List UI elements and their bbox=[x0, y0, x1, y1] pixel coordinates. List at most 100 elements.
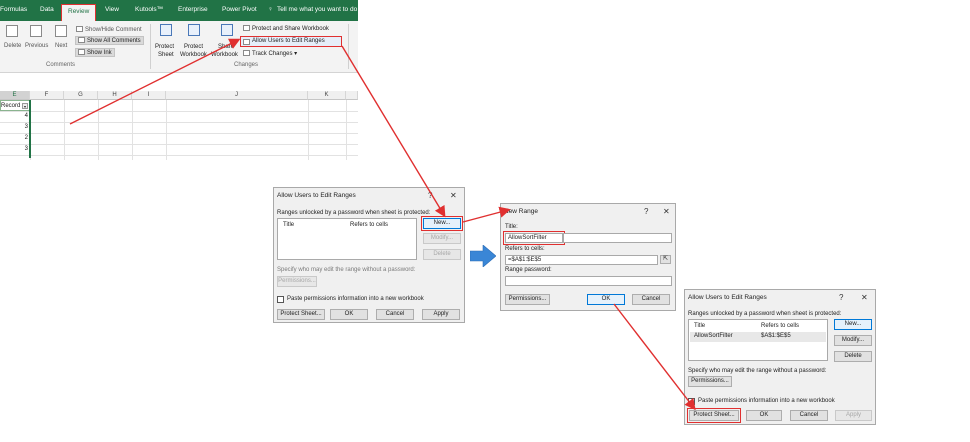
help-button[interactable]: ? bbox=[428, 191, 432, 200]
ok-button[interactable]: OK bbox=[746, 410, 782, 421]
review-ribbon: Delete Previous Next Show/Hide Comment S… bbox=[0, 21, 358, 73]
modify-button[interactable]: Modify... bbox=[423, 233, 461, 244]
list-item[interactable]: AllowSortFilter $A$1:$E$5 bbox=[690, 332, 826, 342]
close-icon[interactable]: ✕ bbox=[663, 207, 670, 216]
range-title-cell: AllowSortFilter bbox=[694, 333, 733, 339]
show-ink-button[interactable]: Show Ink bbox=[75, 48, 115, 57]
allow-users-edit-ranges-button[interactable]: Allow Users to Edit Ranges bbox=[240, 36, 342, 47]
title-input-extension[interactable] bbox=[563, 233, 672, 243]
grid-line bbox=[64, 100, 65, 160]
close-icon[interactable]: ✕ bbox=[450, 191, 457, 200]
share-workbook-icon bbox=[221, 24, 233, 36]
protect-sheet-button[interactable]: Protect Sheet... bbox=[277, 309, 325, 320]
tab-view[interactable]: View bbox=[105, 6, 119, 13]
range-password-input[interactable] bbox=[505, 276, 672, 286]
track-changes-button[interactable]: Track Changes ▾ bbox=[243, 50, 297, 57]
tab-power-pivot[interactable]: Power Pivot bbox=[222, 6, 257, 13]
permissions-button[interactable]: Permissions... bbox=[277, 276, 317, 287]
grid-line bbox=[0, 155, 358, 156]
table-cell[interactable]: 4 bbox=[0, 111, 30, 122]
table-cell[interactable]: 3 bbox=[0, 144, 30, 155]
excel-window: Formulas Data Review View Kutools™ Enter… bbox=[0, 0, 358, 160]
protect-workbook-button[interactable]: Protect bbox=[184, 44, 203, 50]
protect-sheet-button[interactable]: Protect bbox=[155, 44, 174, 50]
cancel-button[interactable]: Cancel bbox=[376, 309, 414, 320]
help-button[interactable]: ? bbox=[839, 293, 843, 302]
cancel-button[interactable]: Cancel bbox=[790, 410, 828, 421]
dialog-title: Allow Users to Edit Ranges bbox=[688, 294, 767, 301]
paste-permissions-checkbox[interactable] bbox=[277, 296, 284, 303]
ranges-list[interactable]: Title Refers to cells bbox=[277, 218, 417, 260]
new-range-button[interactable]: New... bbox=[834, 319, 872, 330]
specify-label: Specify who may edit the range without a… bbox=[277, 267, 416, 273]
permissions-button[interactable]: Permissions... bbox=[688, 376, 732, 387]
column-header-f[interactable]: F bbox=[30, 91, 64, 100]
range-refers-cell: $A$1:$E$5 bbox=[761, 333, 791, 339]
tab-kutools[interactable]: Kutools™ bbox=[135, 6, 163, 13]
record-header-cell[interactable]: Record ▾ bbox=[0, 100, 30, 111]
show-all-comments-button[interactable]: Show All Comments bbox=[75, 36, 144, 45]
delete-button[interactable]: Delete bbox=[423, 249, 461, 260]
tab-review[interactable]: Review bbox=[61, 4, 97, 21]
collapse-dialog-icon[interactable]: ⇱ bbox=[660, 255, 671, 264]
modify-button[interactable]: Modify... bbox=[834, 335, 872, 346]
apply-button[interactable]: Apply bbox=[835, 410, 872, 421]
protect-sheet-button[interactable]: Protect Sheet... bbox=[687, 408, 741, 423]
changes-group-label: Changes bbox=[234, 62, 259, 68]
grid-line bbox=[0, 122, 358, 123]
protect-workbook-icon bbox=[188, 24, 200, 36]
help-button[interactable]: ? bbox=[644, 207, 648, 216]
new-range-button[interactable]: New... bbox=[421, 216, 463, 231]
tab-data[interactable]: Data bbox=[40, 6, 54, 13]
column-header-h[interactable]: H bbox=[98, 91, 132, 100]
comment-icon bbox=[76, 26, 83, 32]
previous-comment-button[interactable]: Previous bbox=[25, 43, 48, 49]
column-header-i[interactable]: I bbox=[132, 91, 166, 100]
ranges-list[interactable]: Title Refers to cells AllowSortFilter $A… bbox=[688, 319, 828, 361]
grid-line bbox=[346, 100, 347, 160]
next-comment-button[interactable]: Next bbox=[55, 43, 67, 49]
table-cell[interactable]: 3 bbox=[0, 122, 30, 133]
column-header-j[interactable]: J bbox=[166, 91, 308, 100]
dialog-title: New Range bbox=[504, 208, 538, 215]
ok-button[interactable]: OK bbox=[587, 294, 625, 305]
title-input[interactable]: AllowSortFilter bbox=[503, 231, 565, 245]
comments-group-label: Comments bbox=[46, 62, 76, 68]
delete-comment-button[interactable]: Delete bbox=[4, 43, 21, 49]
column-header-l[interactable] bbox=[346, 91, 358, 100]
column-refers: Refers to cells bbox=[761, 323, 800, 329]
protect-workbook-button-line2: Workbook bbox=[180, 52, 207, 58]
grid-line bbox=[0, 144, 358, 145]
show-hide-comment-button[interactable]: Show/Hide Comment bbox=[76, 26, 142, 33]
table-cell[interactable]: 2 bbox=[0, 133, 30, 144]
tab-formulas[interactable]: Formulas bbox=[0, 6, 27, 13]
column-header-g[interactable]: G bbox=[64, 91, 98, 100]
allow-users-label: Allow Users to Edit Ranges bbox=[252, 38, 325, 44]
apply-button[interactable]: Apply bbox=[422, 309, 460, 320]
filter-dropdown-icon[interactable]: ▾ bbox=[22, 103, 28, 109]
allow-users-dialog-result: Allow Users to Edit Ranges ? ✕ Ranges un… bbox=[684, 289, 876, 425]
close-icon[interactable]: ✕ bbox=[861, 293, 868, 302]
range-password-label: Range password: bbox=[505, 267, 552, 273]
delete-button[interactable]: Delete bbox=[834, 351, 872, 362]
ok-button[interactable]: OK bbox=[330, 309, 368, 320]
protect-share-workbook-button[interactable]: Protect and Share Workbook bbox=[243, 25, 329, 32]
tell-me-box[interactable]: Tell me what you want to do bbox=[277, 6, 357, 13]
paste-permissions-checkbox[interactable] bbox=[688, 398, 695, 405]
delete-comment-icon bbox=[6, 25, 18, 37]
column-header-k[interactable]: K bbox=[308, 91, 346, 100]
dialog-title: Allow Users to Edit Ranges bbox=[277, 192, 356, 199]
refers-to-label: Refers to cells: bbox=[505, 246, 545, 252]
worksheet-grid[interactable]: E F G H I J K Record ▾ 4 3 2 3 bbox=[0, 73, 358, 160]
cancel-button[interactable]: Cancel bbox=[632, 294, 670, 305]
refers-to-input[interactable]: =$A$1:$E$5 bbox=[505, 255, 658, 265]
protect-sheet-icon bbox=[160, 24, 172, 36]
new-range-dialog: New Range ? ✕ Title: AllowSortFilter Ref… bbox=[500, 203, 676, 311]
share-workbook-button[interactable]: Share bbox=[218, 44, 234, 50]
ribbon-tab-bar: Formulas Data Review View Kutools™ Enter… bbox=[0, 0, 358, 21]
column-header-e[interactable]: E bbox=[0, 91, 30, 100]
specify-label: Specify who may edit the range without a… bbox=[688, 368, 827, 374]
group-separator bbox=[348, 24, 349, 69]
permissions-button[interactable]: Permissions... bbox=[505, 294, 550, 305]
tab-enterprise[interactable]: Enterprise bbox=[178, 6, 208, 13]
